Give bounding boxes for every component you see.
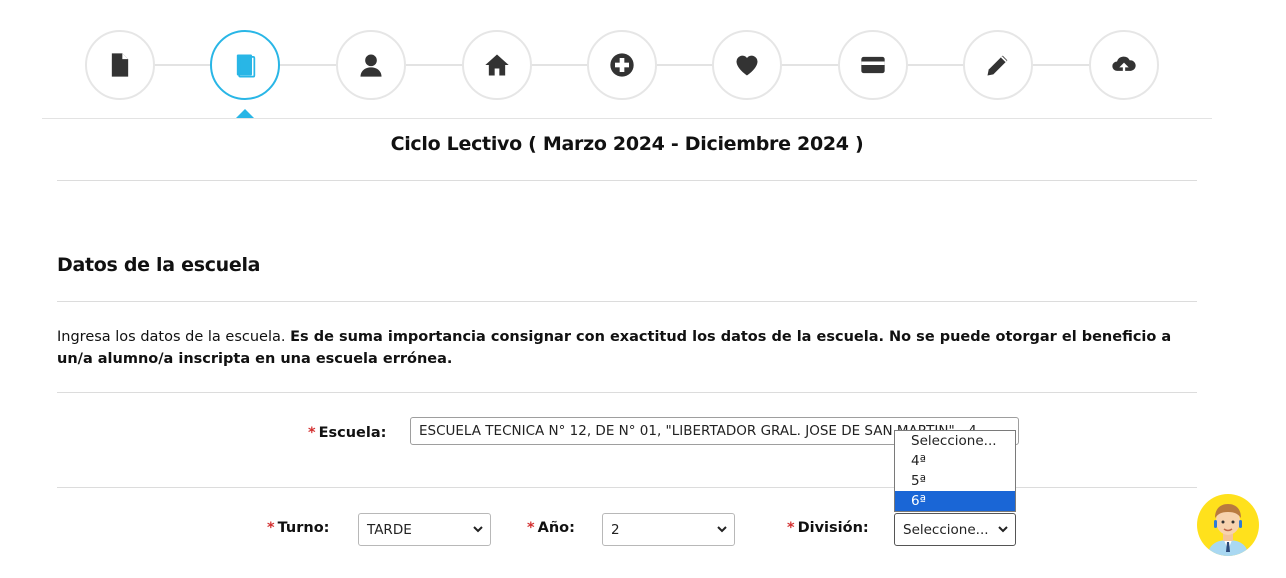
division-option[interactable]: Seleccione...	[895, 431, 1015, 451]
plus-circle-icon	[610, 53, 634, 77]
credit-card-icon	[861, 56, 885, 74]
assistant-button[interactable]	[1197, 494, 1259, 556]
turno-value: TARDE	[367, 521, 412, 538]
division-label: * División:	[787, 520, 869, 536]
book-icon	[236, 54, 256, 78]
step-edit[interactable]	[963, 30, 1033, 100]
user-icon	[360, 54, 382, 77]
division-option[interactable]: 4ª	[895, 451, 1015, 471]
intro-text: Ingresa los datos de la escuela.	[57, 329, 291, 345]
required-mark: *	[308, 425, 316, 441]
division-select[interactable]: Seleccione...	[894, 513, 1016, 546]
anio-label: * Año:	[527, 520, 575, 536]
divider	[57, 180, 1197, 181]
turno-label-text: Turno:	[277, 520, 330, 536]
step-upload[interactable]	[1089, 30, 1159, 100]
escuela-label: * Escuela:	[308, 425, 386, 441]
required-mark: *	[527, 520, 535, 536]
division-label-text: División:	[797, 520, 869, 536]
registration-stepper	[0, 0, 1286, 120]
divider	[57, 301, 1197, 302]
division-option[interactable]: 5ª	[895, 471, 1015, 491]
step-home[interactable]	[462, 30, 532, 100]
home-icon	[485, 54, 509, 76]
anio-value: 2	[611, 521, 620, 538]
cycle-title: Ciclo Lectivo ( Marzo 2024 - Diciembre 2…	[390, 133, 864, 155]
document-icon	[111, 53, 129, 77]
step-family[interactable]	[712, 30, 782, 100]
turno-label: * Turno:	[267, 520, 329, 536]
step-document[interactable]	[85, 30, 155, 100]
divider	[57, 392, 1197, 393]
stepper-divider	[42, 118, 1212, 119]
cloud-upload-icon	[1112, 56, 1136, 75]
chevron-down-icon	[717, 526, 727, 533]
heart-icon	[736, 55, 758, 76]
turno-select[interactable]: TARDE	[358, 513, 491, 546]
required-mark: *	[787, 520, 795, 536]
required-mark: *	[267, 520, 275, 536]
step-school[interactable]	[210, 30, 280, 100]
anio-select[interactable]: 2	[602, 513, 735, 546]
escuela-label-text: Escuela:	[318, 425, 387, 441]
step-student[interactable]	[336, 30, 406, 100]
anio-label-text: Año:	[537, 520, 575, 536]
divider	[57, 487, 1197, 488]
chevron-down-icon	[473, 526, 483, 533]
step-payment[interactable]	[838, 30, 908, 100]
assistant-avatar-icon	[1207, 504, 1249, 556]
division-value: Seleccione...	[903, 521, 989, 538]
section-title: Datos de la escuela	[57, 254, 261, 276]
step-health[interactable]	[587, 30, 657, 100]
division-option-highlighted[interactable]: 6ª	[895, 491, 1015, 511]
division-dropdown-list: Seleccione... 4ª 5ª 6ª	[894, 430, 1016, 512]
chevron-down-icon	[998, 526, 1008, 533]
section-intro: Ingresa los datos de la escuela. Es de s…	[57, 326, 1207, 370]
pencil-icon	[987, 55, 1008, 76]
